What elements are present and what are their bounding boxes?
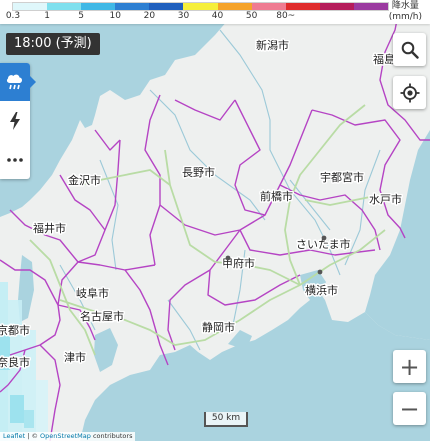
legend-swatch — [319, 3, 354, 10]
zoom-in-button[interactable]: + — [393, 350, 426, 383]
scale-bar: 50 km — [204, 412, 248, 427]
label-maebashi: 前橋市 — [260, 189, 293, 203]
locate-icon — [400, 83, 419, 102]
zoom-out-button[interactable]: − — [393, 392, 426, 425]
search-icon — [401, 41, 419, 59]
legend-unit-value: (mm/h) — [388, 12, 422, 22]
legend-swatch — [183, 3, 218, 10]
map-attribution: Leaflet | © OpenStreetMap contributors — [0, 432, 136, 441]
label-gifu: 岐阜市 — [76, 286, 109, 300]
label-nagoya: 名古屋市 — [80, 309, 124, 323]
legend-tick-label: 40 — [211, 11, 224, 21]
label-tsu: 津市 — [64, 350, 86, 364]
more-dots-icon — [7, 158, 23, 162]
lightning-icon — [10, 112, 20, 130]
legend-unit-title: 降水量 — [391, 1, 419, 11]
legend-swatch — [47, 3, 82, 10]
legend-tick-label: 80~ — [276, 11, 296, 21]
label-kanazawa: 金沢市 — [68, 173, 101, 187]
label-fukushima: 福島 — [373, 52, 395, 66]
legend-swatch — [149, 3, 184, 10]
precipitation-legend: 0.3 1 5 10 20 30 40 50 80~ 降水量 (mm/h) — [0, 0, 430, 24]
legend-tick-label: 50 — [245, 11, 258, 21]
legend-tick-label: 0.3 — [5, 11, 21, 21]
legend-swatch — [217, 3, 252, 10]
label-kyoto: 京都市 — [0, 323, 30, 337]
legend-swatch — [115, 3, 150, 10]
label-mito: 水戸市 — [369, 192, 402, 206]
rain-cloud-icon — [6, 74, 23, 90]
legend-swatch — [251, 3, 286, 10]
legend-swatch — [353, 3, 389, 10]
legend-swatch — [81, 3, 116, 10]
forecast-time-badge[interactable]: 18:00 (予測) — [6, 33, 100, 55]
legend-color-bar — [12, 2, 389, 11]
legend-unit: 降水量 (mm/h) — [389, 1, 422, 23]
legend-swatch — [13, 3, 48, 10]
search-button[interactable] — [393, 33, 426, 66]
more-options-button[interactable] — [0, 141, 30, 179]
attribution-separator: | © — [25, 432, 41, 440]
label-yokohama: 横浜市 — [305, 283, 338, 297]
locate-button[interactable] — [393, 76, 426, 109]
rain-layer-button[interactable] — [0, 63, 36, 101]
legend-tick-label: 10 — [109, 11, 121, 21]
legend-swatch — [285, 3, 320, 10]
label-nara: 奈良市 — [0, 355, 30, 369]
label-shizuoka: 静岡市 — [202, 320, 235, 334]
layer-toolbar — [0, 63, 36, 179]
label-utsunomiya: 宇都宮市 — [320, 170, 364, 184]
label-nagano: 長野市 — [182, 165, 215, 179]
map-canvas[interactable]: 新潟市 福島 長野市 金沢市 宇都宮市 前橋市 水戸市 福井市 さいたま市 甲府… — [0, 0, 430, 441]
legend-tick-label: 30 — [177, 11, 190, 21]
label-fukui: 福井市 — [33, 221, 66, 235]
attribution-contributors: contributors — [90, 432, 133, 440]
legend-tick-label: 20 — [143, 11, 156, 21]
leaflet-link[interactable]: Leaflet — [3, 432, 25, 440]
osm-link[interactable]: OpenStreetMap — [40, 432, 91, 440]
legend-tick-label: 1 — [44, 11, 50, 21]
legend-tick-label: 5 — [78, 11, 85, 21]
lightning-layer-button[interactable] — [0, 102, 30, 140]
label-niigata: 新潟市 — [256, 38, 289, 52]
